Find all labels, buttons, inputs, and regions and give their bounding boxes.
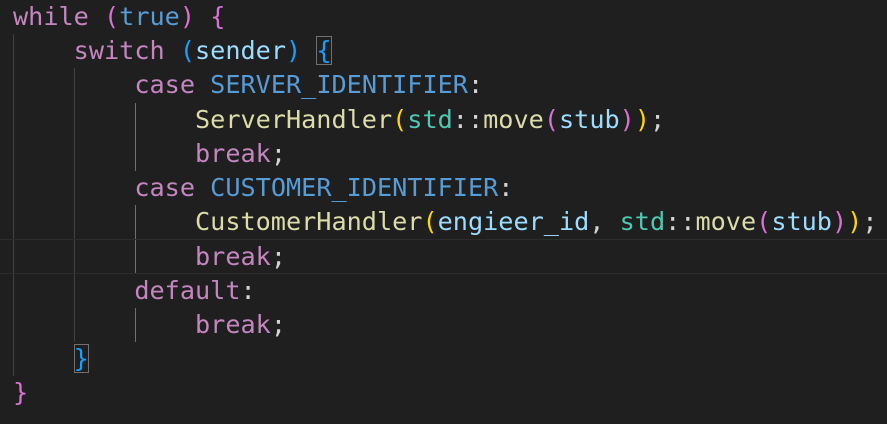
code-token: ) [286,36,302,66]
code-token: ( [422,207,438,237]
code-line[interactable]: case SERVER_IDENTIFIER: [0,68,887,103]
code-token: CUSTOMER_IDENTIFIER [210,172,499,202]
indent-guide [73,68,75,103]
code-line[interactable]: while (true) { [0,0,887,34]
code-token: ; [270,138,286,168]
code-line[interactable]: break; [0,307,887,342]
code-token: std [619,207,666,237]
code-line[interactable]: break; [0,136,887,171]
code-token: } [13,378,29,408]
indent-guide [13,34,14,69]
code-token: ( [104,2,120,31]
code-token: break [194,309,271,339]
code-token: :: [452,104,484,134]
indentation [13,310,195,339]
indent-guide [13,341,14,377]
indent-guide [73,240,75,273]
code-token: ; [270,309,286,339]
code-token: case [134,172,195,202]
code-token: : [467,70,484,100]
indent-guide [13,273,14,308]
code-token: switch [73,36,165,66]
indent-guide [134,205,136,240]
code-token: ( [392,104,408,134]
indent-guide [73,102,75,137]
indentation [13,344,74,373]
indentation [13,242,195,271]
code-token: ) [831,207,848,237]
code-token: , [589,207,620,237]
code-token: break [194,138,271,168]
code-token: :: [665,207,696,237]
code-token: while [13,2,89,31]
indent-guide [13,240,14,273]
code-token: SERVER_IDENTIFIER [210,70,468,100]
matched-bracket-token: } [73,343,89,373]
code-token: CustomerHandler [194,207,423,237]
code-token: std [407,104,453,134]
code-line[interactable]: case CUSTOMER_IDENTIFIER: [0,170,887,206]
indent-guide [134,136,136,171]
code-token: stub [558,104,620,134]
indent-guide [13,136,14,171]
indentation [13,36,74,65]
indent-guide [13,170,14,206]
indent-guide [134,307,136,342]
matched-bracket-token: { [316,36,332,66]
code-line[interactable]: } [0,376,887,410]
indentation [13,139,195,168]
code-token: ) [179,2,196,31]
code-token: default [134,275,241,305]
code-token: engieer_id [437,207,590,237]
code-token: move [695,207,757,237]
code-line[interactable]: switch (sender) { [0,34,887,69]
code-token: { [210,2,226,31]
code-token: stub [771,207,832,237]
code-token: sender [195,36,287,66]
code-token: move [483,104,544,134]
code-token: ; [650,104,666,134]
indent-guide [13,68,14,103]
code-line-current[interactable]: break; [0,239,887,274]
code-token: : [498,172,514,202]
code-line[interactable]: default: [0,273,887,308]
code-token: ) [634,104,650,134]
code-token: case [134,70,195,100]
indent-guide [13,307,14,342]
code-token: : [240,275,256,305]
code-token: ; [270,242,286,272]
code-token: ( [179,36,196,66]
code-token: ( [756,207,772,237]
indent-guide [13,102,14,137]
code-token: ; [862,207,878,237]
code-token: ) [619,104,635,134]
indentation [13,105,195,134]
indent-guide [73,273,75,308]
code-line[interactable]: ServerHandler(std::move(stub)); [0,102,887,137]
code-token: ServerHandler [194,104,393,134]
indent-guide [73,170,75,206]
code-token: ( [543,104,559,134]
indent-guide [134,240,136,273]
indentation [13,207,195,236]
indent-guide [73,136,75,171]
code-token: true [119,2,180,31]
indent-guide [73,205,75,240]
code-editor[interactable]: while (true) { switch (sender) { case SE… [0,0,887,424]
code-token: break [194,242,271,272]
indent-guide [134,102,136,137]
code-line[interactable]: } [0,341,887,377]
code-line[interactable]: CustomerHandler(engieer_id, std::move(st… [0,205,887,240]
indent-guide [73,307,75,342]
indent-guide [13,205,14,240]
code-token: ) [847,207,863,237]
